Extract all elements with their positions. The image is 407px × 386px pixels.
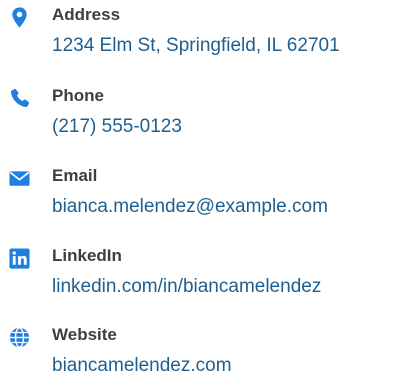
contact-item-linkedin: LinkedIn linkedin.com/in/biancamelendez — [0, 241, 407, 307]
location-pin-icon — [8, 6, 31, 29]
envelope-icon — [8, 167, 31, 190]
website-label: Website — [52, 325, 117, 344]
address-value: 1234 Elm St, Springfield, IL 62701 — [52, 35, 340, 56]
linkedin-label: LinkedIn — [52, 246, 122, 265]
globe-icon — [8, 326, 31, 349]
email-label: Email — [52, 166, 98, 185]
phone-icon — [8, 87, 31, 110]
contact-list: Address 1234 Elm St, Springfield, IL 627… — [0, 0, 407, 386]
contact-item-phone: Phone (217) 555-0123 — [0, 81, 407, 147]
phone-link[interactable]: (217) 555-0123 — [52, 115, 182, 139]
contact-item-address: Address 1234 Elm St, Springfield, IL 627… — [0, 0, 407, 66]
website-link[interactable]: biancamelendez.com — [52, 354, 232, 378]
linkedin-icon — [8, 247, 31, 270]
contact-item-website: Website biancamelendez.com — [0, 320, 407, 386]
contact-item-email: Email bianca.melendez@example.com — [0, 161, 407, 227]
linkedin-link[interactable]: linkedin.com/in/biancamelendez — [52, 275, 321, 299]
address-label: Address — [52, 5, 121, 24]
phone-label: Phone — [52, 86, 104, 105]
email-link[interactable]: bianca.melendez@example.com — [52, 195, 328, 219]
